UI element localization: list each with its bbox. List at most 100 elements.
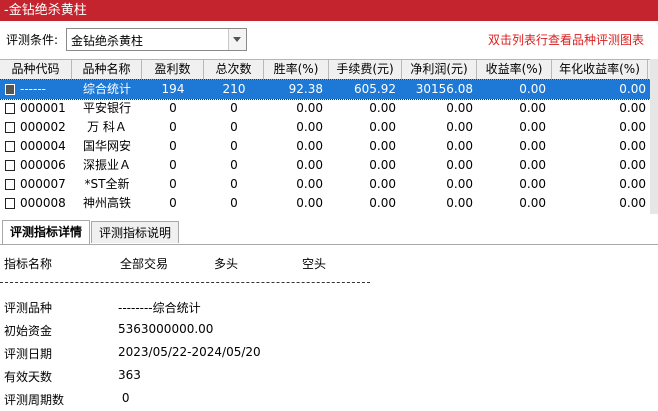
table-cell: 0.00	[369, 101, 396, 115]
table-row[interactable]: 000001 平安银行 0 0 0.00 0.00 0.00 0.00 0.00	[0, 99, 658, 118]
table-cell: 0.00	[446, 196, 473, 210]
table-cell: 0	[230, 120, 238, 134]
toolbar: 评测条件: 金钻绝杀黄柱 双击列表行查看品种评测图表	[0, 21, 658, 59]
table-cell: 深振业Ａ	[82, 158, 131, 172]
table-cell: 0.00	[402, 213, 477, 215]
table-cell: 0.00	[619, 177, 646, 191]
table-cell: 0.00	[369, 177, 396, 191]
table-cell: 0.00	[619, 101, 646, 115]
condition-select[interactable]: 金钻绝杀黄柱	[66, 28, 247, 51]
table-cell: 0.00	[329, 213, 402, 215]
column-header-code[interactable]: 品种代码	[0, 60, 72, 79]
window-title: -金钻绝杀黄柱	[4, 3, 87, 18]
chevron-down-icon[interactable]	[228, 29, 246, 50]
table-cell: *ST全新	[84, 177, 130, 191]
column-header-fee[interactable]: 手续费(元)	[329, 60, 402, 79]
table-cell: 平安银行	[82, 101, 131, 115]
column-header-name[interactable]: 品种名称	[72, 60, 142, 79]
table-cell: 0	[169, 196, 177, 210]
table-cell: 0.00	[619, 158, 646, 172]
table-cell: 0.00	[446, 120, 473, 134]
table-cell: 万 科Ａ	[87, 120, 127, 134]
table-cell: 0.00	[519, 82, 546, 96]
detail-label: 初始资金	[4, 324, 53, 338]
table-cell: 194	[161, 82, 185, 96]
table-cell: 0.00	[519, 139, 546, 153]
table-row[interactable]: 000006 深振业Ａ 0 0 0.00 0.00 0.00 0.00 0.00	[0, 156, 658, 175]
condition-value: 金钻绝杀黄柱	[71, 34, 144, 48]
table-cell: 0.00	[369, 196, 396, 210]
detail-panel: 指标名称 全部交易 多头 空头 评测品种 --------综合统计 初始资金 5…	[0, 245, 658, 411]
table-cell: 0.00	[519, 177, 546, 191]
table-cell: 0	[230, 139, 238, 153]
table-cell: 0.00	[296, 177, 323, 191]
table-cell: 0.00	[296, 196, 323, 210]
detail-head-long: 多头	[214, 257, 239, 271]
table-cell: 0.00	[264, 213, 329, 215]
detail-value: 363	[118, 368, 141, 382]
table-cell: 0	[204, 213, 264, 215]
condition-label: 评测条件:	[6, 33, 59, 47]
table-cell: 0.00	[446, 177, 473, 191]
table-row[interactable]: 000008 神州高铁 0 0 0.00 0.00 0.00 0.00 0.00	[0, 194, 658, 213]
table-cell: 0	[230, 101, 238, 115]
table-row[interactable]: 000007 *ST全新 0 0 0.00 0.00 0.00 0.00 0.00	[0, 175, 658, 194]
table-cell: 0.00	[619, 139, 646, 153]
detail-head-short: 空头	[302, 257, 327, 271]
table-cell: 000002	[20, 120, 66, 134]
table-cell: 000004	[20, 139, 66, 153]
table-row[interactable]: 000009中国宝安000.000.000.000.000.00	[0, 213, 658, 215]
table-cell: 0.00	[619, 196, 646, 210]
table-cell: 0	[169, 158, 177, 172]
table-cell: 92.38	[288, 82, 323, 96]
column-header-annual-return[interactable]: 年化收益率(%)	[552, 60, 648, 79]
table-cell: 000009	[0, 213, 72, 215]
table-cell: 神州高铁	[82, 196, 131, 210]
table-cell: 0.00	[296, 139, 323, 153]
table-cell: 0.00	[519, 158, 546, 172]
detail-value: 2023/05/22-2024/05/20	[118, 345, 261, 359]
table-cell: 0.00	[446, 158, 473, 172]
detail-label: 有效天数	[4, 370, 53, 384]
detail-value: 5363000000.00	[118, 322, 214, 336]
detail-head-name: 指标名称	[4, 257, 53, 271]
table-cell: 0	[230, 196, 238, 210]
column-header-winrate[interactable]: 胜率(%)	[264, 60, 329, 79]
table-cell: 0.00	[519, 101, 546, 115]
column-header-return[interactable]: 收益率(%)	[477, 60, 552, 79]
table-cell: 0.00	[619, 82, 646, 96]
column-header-profit[interactable]: 净利润(元)	[402, 60, 477, 79]
column-header-total[interactable]: 总次数	[204, 60, 264, 79]
table-row[interactable]: 000004 国华网安 0 0 0.00 0.00 0.00 0.00 0.00	[0, 137, 658, 156]
table-cell: 0	[230, 158, 238, 172]
table-cell: 0	[169, 139, 177, 153]
table-cell: 0.00	[369, 158, 396, 172]
column-header-wins[interactable]: 盈利数	[142, 60, 204, 79]
table-cell: 综合统计	[82, 82, 131, 96]
table-cell: 000007	[20, 177, 66, 191]
double-click-hint: 双击列表行查看品种评测图表	[487, 33, 644, 47]
table-row[interactable]: ------ 综合统计 194 210 92.38 605.92 30156.08 0.00 0…	[0, 79, 658, 100]
table-cell: 0.00	[477, 213, 552, 215]
detail-value: --------综合统计	[118, 301, 201, 315]
table-cell: 0.00	[369, 120, 396, 134]
table-cell: 0	[169, 101, 177, 115]
detail-label: 评测品种	[4, 301, 53, 315]
detail-head-all: 全部交易	[120, 257, 169, 271]
tab-detail[interactable]: 评测指标详情	[2, 220, 91, 244]
table-header: 品种代码 品种名称 盈利数 总次数 胜率(%) 手续费(元) 净利润(元) 收益…	[0, 60, 658, 80]
table-scrollbar[interactable]	[650, 59, 658, 214]
tab-description[interactable]: 评测指标说明	[91, 221, 180, 243]
table-cell: 0.00	[369, 139, 396, 153]
table-cell: 0.00	[296, 120, 323, 134]
detail-label: 评测周期数	[4, 393, 65, 407]
table-cell: 605.92	[354, 82, 396, 96]
detail-tabs: 评测指标详情 评测指标说明	[0, 219, 658, 245]
table-cell: 0.00	[619, 120, 646, 134]
detail-value: 0	[118, 391, 130, 405]
table-cell: ------	[20, 82, 46, 96]
table-row[interactable]: 000002 万 科Ａ 0 0 0.00 0.00 0.00 0.00 0.00	[0, 118, 658, 137]
table-cell: 000006	[20, 158, 66, 172]
window-title-bar: -金钻绝杀黄柱	[0, 0, 658, 21]
table-cell: 0.00	[446, 139, 473, 153]
